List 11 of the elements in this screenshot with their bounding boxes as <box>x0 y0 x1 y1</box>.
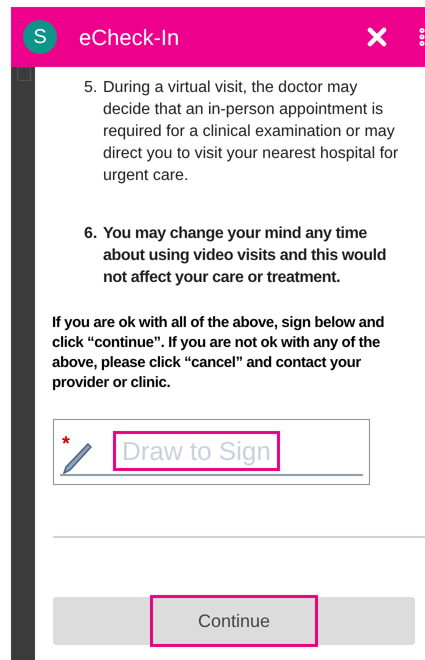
item-text: You may change your mind any time about using video visits and this would not affect your care or treatment. <box>103 224 388 288</box>
item-text: During a virtual visit, the doctor may decide that an in-person appointment is required for a clinical examination or may direct you to visit your nearest hospital for urgent care. <box>103 78 400 186</box>
pen-icon <box>62 442 92 474</box>
item-number: 5. <box>84 78 98 98</box>
app-title: eCheck-In <box>79 24 180 52</box>
item-number: 6. <box>84 224 98 244</box>
avatar: S <box>23 20 57 54</box>
continue-button[interactable]: Continue <box>53 597 415 645</box>
required-mark: * <box>62 434 70 454</box>
continue-label: Continue <box>152 598 316 644</box>
instructions-text: If you are ok with all of the above, sign below and click “continue”. If you are not ok with any of the above, please click “cancel” and contact your provider or clinic. <box>52 313 386 393</box>
